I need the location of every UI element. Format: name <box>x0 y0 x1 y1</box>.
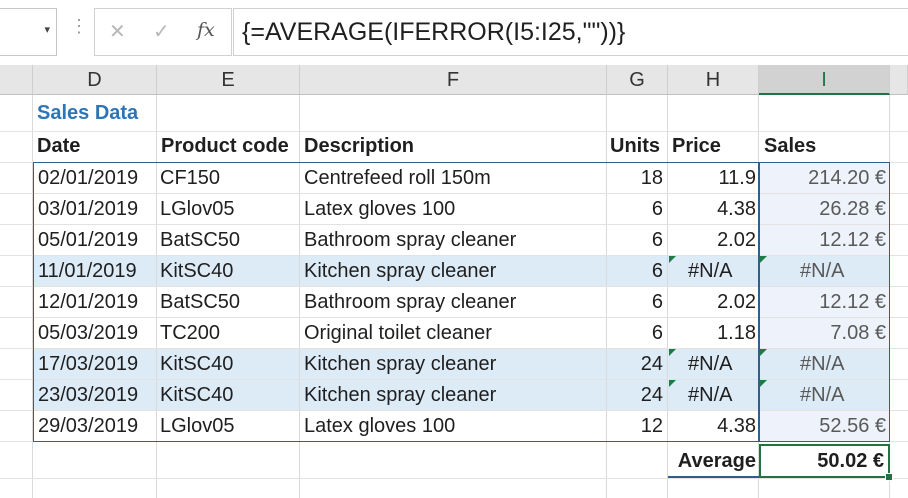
formula-buttons: ✕ ✓ fx <box>94 8 232 56</box>
column-header-e[interactable]: E <box>157 65 300 95</box>
grid-line <box>0 478 908 479</box>
column-header-f[interactable]: F <box>300 65 607 95</box>
formula-input[interactable]: {=AVERAGE(IFERROR(I5:I25,""))} <box>233 8 908 56</box>
cell-sales[interactable]: 12.12 € <box>760 287 886 318</box>
cell-price[interactable]: 1.18 <box>668 318 756 349</box>
header-product-code[interactable]: Product code <box>161 131 289 162</box>
cell-price[interactable]: 2.02 <box>668 287 756 318</box>
error-indicator-icon[interactable] <box>669 349 676 356</box>
header-units[interactable]: Units <box>610 131 660 162</box>
cell-description[interactable]: Original toilet cleaner <box>304 318 492 349</box>
cell-product-code[interactable]: CF150 <box>160 163 220 194</box>
error-indicator-icon[interactable] <box>669 380 676 387</box>
cell-description[interactable]: Bathroom spray cleaner <box>304 287 516 318</box>
cell-sales-error[interactable]: #N/A <box>800 380 844 411</box>
cell-description[interactable]: Kitchen spray cleaner <box>304 380 496 411</box>
sheet-title[interactable]: Sales Data <box>37 98 138 129</box>
header-price[interactable]: Price <box>672 131 721 162</box>
cell-date[interactable]: 02/01/2019 <box>38 163 138 194</box>
drag-handle-icon[interactable]: ⋮ <box>70 16 88 37</box>
name-box[interactable]: ▾ <box>0 8 57 56</box>
insert-function-icon[interactable]: fx <box>197 19 215 41</box>
error-indicator-icon[interactable] <box>760 349 767 356</box>
cell-units[interactable]: 6 <box>607 287 663 318</box>
cell-date[interactable]: 29/03/2019 <box>38 411 138 442</box>
cell-date[interactable]: 23/03/2019 <box>38 380 138 411</box>
cell-price-error[interactable]: #N/A <box>688 349 732 380</box>
cell-sales[interactable]: 12.12 € <box>760 225 886 256</box>
column-header-g[interactable]: G <box>607 65 668 95</box>
cell-date[interactable]: 05/03/2019 <box>38 318 138 349</box>
cancel-icon[interactable]: ✕ <box>109 19 126 44</box>
cell-price[interactable]: 2.02 <box>668 225 756 256</box>
cell-product-code[interactable]: LGlov05 <box>160 194 235 225</box>
cell-product-code[interactable]: BatSC50 <box>160 225 240 256</box>
average-label[interactable]: Average <box>668 446 756 477</box>
cell-price-error[interactable]: #N/A <box>688 256 732 287</box>
cell-description[interactable]: Latex gloves 100 <box>304 411 455 442</box>
cell-description[interactable]: Centrefeed roll 150m <box>304 163 491 194</box>
error-indicator-icon[interactable] <box>760 380 767 387</box>
header-sales[interactable]: Sales <box>764 131 816 162</box>
column-header-gutter <box>0 65 33 95</box>
cell-date[interactable]: 11/01/2019 <box>38 256 137 287</box>
header-date[interactable]: Date <box>37 131 80 162</box>
chevron-down-icon[interactable]: ▾ <box>44 23 50 36</box>
cell-product-code[interactable]: KitSC40 <box>160 349 233 380</box>
cell-sales[interactable]: 214.20 € <box>760 163 886 194</box>
cell-units[interactable]: 18 <box>607 163 663 194</box>
cell-sales[interactable]: 52.56 € <box>760 411 886 442</box>
cell-description[interactable]: Kitchen spray cleaner <box>304 349 496 380</box>
error-indicator-icon[interactable] <box>669 256 676 263</box>
cell-units[interactable]: 6 <box>607 194 663 225</box>
cell-date[interactable]: 17/03/2019 <box>38 349 138 380</box>
cell-units[interactable]: 6 <box>607 256 663 287</box>
cell-units[interactable]: 24 <box>607 380 663 411</box>
column-header-h[interactable]: H <box>668 65 759 95</box>
header-description[interactable]: Description <box>304 131 414 162</box>
cell-sales[interactable]: 7.08 € <box>760 318 886 349</box>
cell-date[interactable]: 05/01/2019 <box>38 225 138 256</box>
cell-units[interactable]: 24 <box>607 349 663 380</box>
fill-handle[interactable] <box>885 473 893 481</box>
cell-description[interactable]: Kitchen spray cleaner <box>304 256 496 287</box>
cell-date[interactable]: 03/01/2019 <box>38 194 138 225</box>
cell-sales-error[interactable]: #N/A <box>800 349 844 380</box>
cell-product-code[interactable]: TC200 <box>160 318 220 349</box>
cell-price[interactable]: 11.9 <box>668 163 756 194</box>
error-indicator-icon[interactable] <box>760 256 767 263</box>
cell-sales-error[interactable]: #N/A <box>800 256 844 287</box>
cell-price[interactable]: 4.38 <box>668 194 756 225</box>
enter-icon[interactable]: ✓ <box>153 19 170 44</box>
cell-product-code[interactable]: LGlov05 <box>160 411 235 442</box>
cell-product-code[interactable]: BatSC50 <box>160 287 240 318</box>
cell-price[interactable]: 4.38 <box>668 411 756 442</box>
cell-sales[interactable]: 26.28 € <box>760 194 886 225</box>
cell-product-code[interactable]: KitSC40 <box>160 380 233 411</box>
average-value[interactable]: 50.02 € <box>760 446 884 477</box>
cell-description[interactable]: Latex gloves 100 <box>304 194 455 225</box>
formula-bar: ▾ ⋮ ✕ ✓ fx {=AVERAGE(IFERROR(I5:I25,""))… <box>0 0 908 64</box>
column-header-d[interactable]: D <box>33 65 157 95</box>
cell-units[interactable]: 6 <box>607 318 663 349</box>
formula-text: {=AVERAGE(IFERROR(I5:I25,""))} <box>242 18 626 46</box>
cell-units[interactable]: 6 <box>607 225 663 256</box>
cell-description[interactable]: Bathroom spray cleaner <box>304 225 516 256</box>
cell-product-code[interactable]: KitSC40 <box>160 256 233 287</box>
cell-units[interactable]: 12 <box>607 411 663 442</box>
cell-date[interactable]: 12/01/2019 <box>38 287 138 318</box>
column-header-filler <box>890 65 908 95</box>
cell-price-error[interactable]: #N/A <box>688 380 732 411</box>
column-header-i[interactable]: I <box>759 65 890 95</box>
